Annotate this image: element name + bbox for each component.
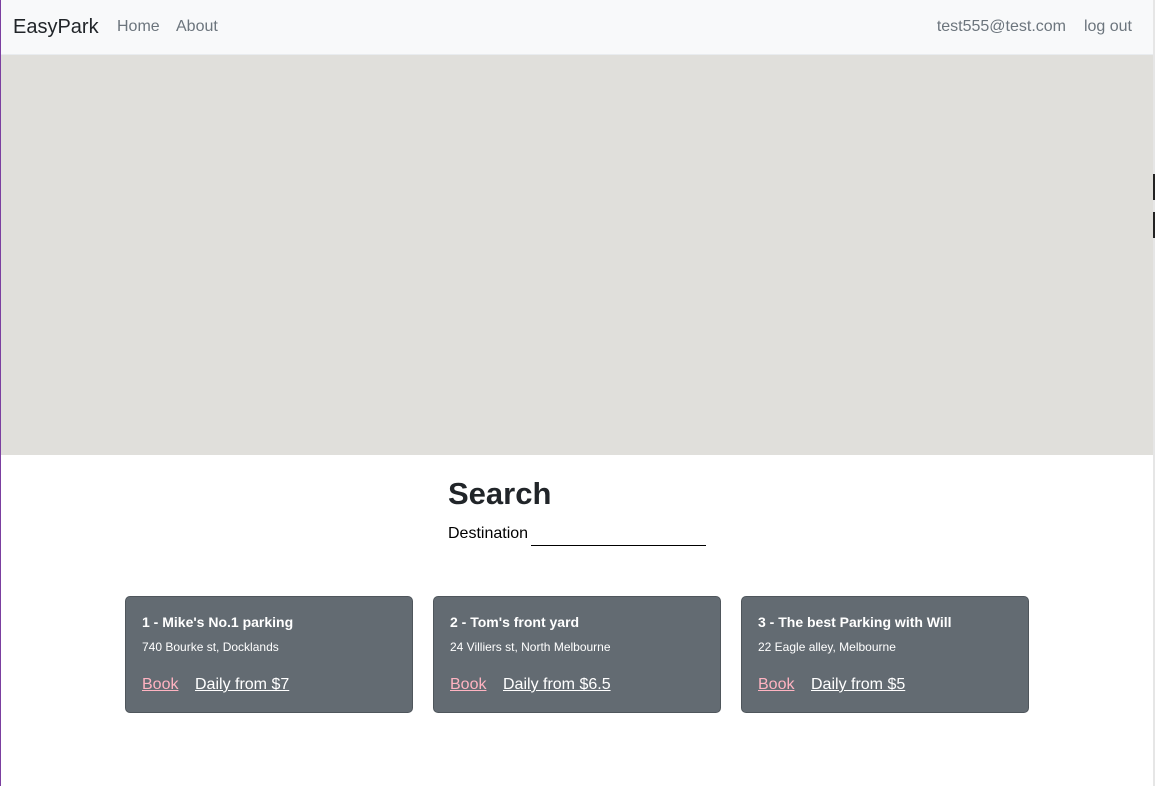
parking-address: 740 Bourke st, Docklands: [142, 640, 279, 654]
price-link[interactable]: Daily from $6.5: [503, 676, 611, 694]
user-email-link[interactable]: test555@test.com: [937, 18, 1066, 36]
search-title: Search: [448, 476, 552, 511]
logout-link[interactable]: log out: [1084, 18, 1132, 36]
parking-address: 24 Villiers st, North Melbourne: [450, 640, 611, 654]
destination-input[interactable]: [531, 526, 706, 546]
parking-title: 3 - The best Parking with Will: [758, 614, 952, 630]
map-area[interactable]: [1, 55, 1153, 455]
parking-card: 1 - Mike's No.1 parking 740 Bourke st, D…: [125, 596, 413, 713]
window-left-edge: [0, 0, 1, 786]
nav-about-link[interactable]: About: [176, 18, 218, 36]
price-link[interactable]: Daily from $7: [195, 676, 289, 694]
navbar: EasyPark Home About test555@test.com log…: [0, 0, 1153, 55]
brand-link[interactable]: EasyPark: [13, 16, 99, 39]
parking-card: 2 - Tom's front yard 24 Villiers st, Nor…: [433, 596, 721, 713]
destination-label: Destination: [448, 525, 529, 542]
parking-card: 3 - The best Parking with Will 22 Eagle …: [741, 596, 1029, 713]
parking-address: 22 Eagle alley, Melbourne: [758, 640, 896, 654]
price-link[interactable]: Daily from $5: [811, 676, 905, 694]
book-link[interactable]: Book: [142, 676, 178, 694]
parking-title: 1 - Mike's No.1 parking: [142, 614, 294, 630]
parking-title: 2 - Tom's front yard: [450, 614, 580, 630]
book-link[interactable]: Book: [758, 676, 794, 694]
nav-home-link[interactable]: Home: [117, 18, 160, 36]
book-link[interactable]: Book: [450, 676, 486, 694]
